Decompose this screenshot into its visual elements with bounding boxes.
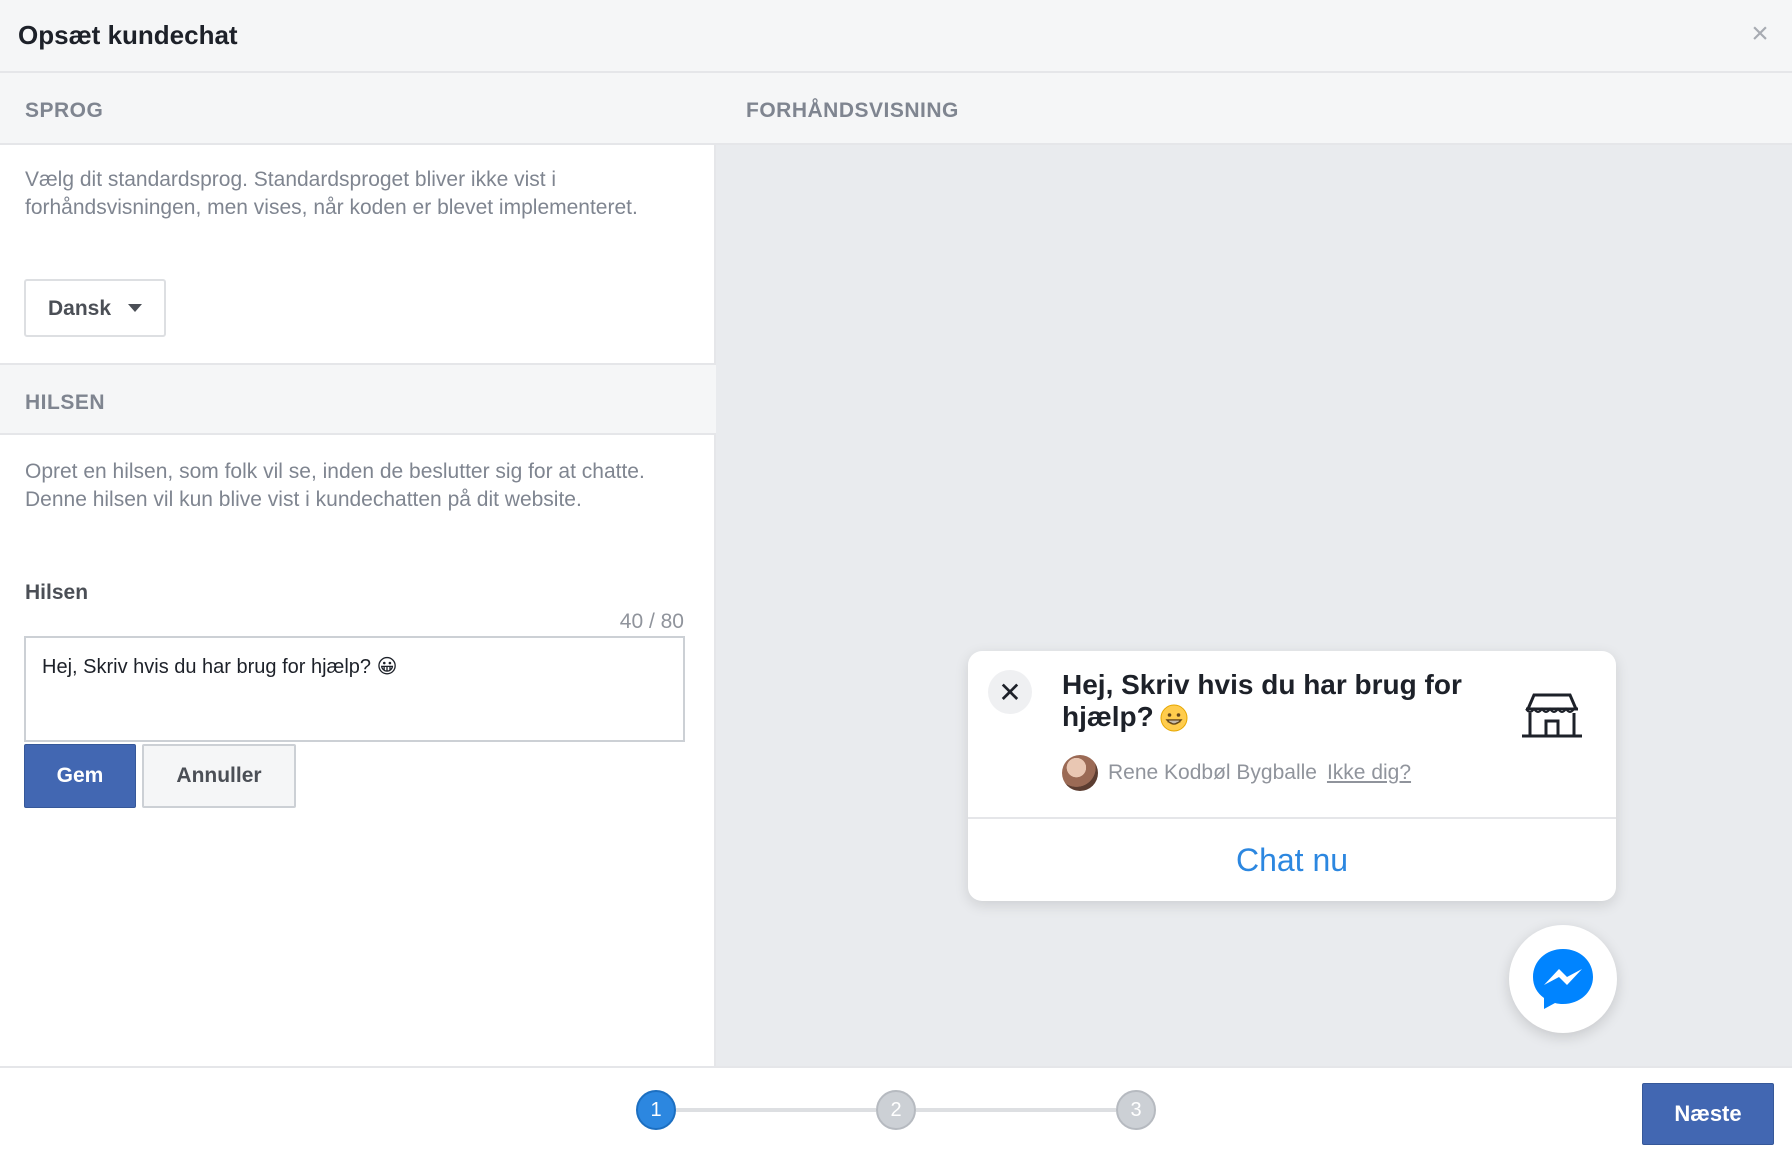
dialog-title: Opsæt kundechat bbox=[18, 20, 238, 50]
step-3[interactable]: 3 bbox=[1116, 1090, 1156, 1130]
grinning-emoji-icon bbox=[1160, 704, 1188, 732]
step-connector bbox=[916, 1108, 1116, 1112]
dialog-header: Opsæt kundechat × bbox=[0, 0, 1792, 73]
messenger-launcher-button[interactable] bbox=[1509, 925, 1617, 1033]
greeting-section-header: HILSEN bbox=[0, 363, 716, 435]
step-2[interactable]: 2 bbox=[876, 1090, 916, 1130]
caret-down-icon bbox=[128, 304, 142, 312]
next-button[interactable]: Næste bbox=[1642, 1083, 1774, 1145]
greeting-description: Opret en hilsen, som folk vil se, inden … bbox=[25, 460, 645, 511]
language-description: Vælg dit standardsprog. Standardsproget … bbox=[25, 168, 638, 219]
greeting-field-label: Hilsen bbox=[25, 581, 89, 604]
chat-now-button[interactable]: Chat nu bbox=[968, 819, 1616, 901]
character-counter: 40 / 80 bbox=[619, 610, 684, 633]
step-connector bbox=[676, 1108, 876, 1112]
preview-greeting-label: Hej, Skriv hvis du har brug for hjælp? bbox=[1062, 669, 1462, 732]
greeting-input[interactable] bbox=[24, 636, 685, 742]
step-1[interactable]: 1 bbox=[636, 1090, 676, 1130]
preview-section-title: FORHÅNDSVISNING bbox=[746, 99, 959, 122]
preview-section-header: FORHÅNDSVISNING bbox=[716, 73, 1792, 145]
language-section-title: SPROG bbox=[25, 99, 104, 122]
close-icon[interactable]: × bbox=[1744, 18, 1776, 50]
user-name: Rene Kodbøl Bygballe bbox=[1108, 761, 1317, 784]
preview-greeting-text: Hej, Skriv hvis du har brug for hjælp? bbox=[1062, 669, 1492, 733]
wizard-footer: 1 2 3 Næste bbox=[0, 1066, 1792, 1152]
settings-panel: SPROG Vælg dit standardsprog. Standardsp… bbox=[0, 73, 716, 1066]
user-row: Rene Kodbøl Bygballe Ikke dig? bbox=[1062, 755, 1411, 791]
card-close-icon[interactable]: ✕ bbox=[988, 670, 1032, 714]
messenger-icon bbox=[1533, 949, 1593, 1009]
preview-panel: FORHÅNDSVISNING ✕ Hej, Skriv hvis du har… bbox=[716, 73, 1792, 1066]
save-button[interactable]: Gem bbox=[24, 744, 136, 808]
cancel-button[interactable]: Annuller bbox=[142, 744, 296, 808]
language-dropdown[interactable]: Dansk bbox=[24, 279, 166, 337]
greeting-section-title: HILSEN bbox=[25, 391, 106, 414]
language-selected-value: Dansk bbox=[48, 297, 112, 320]
store-icon bbox=[1522, 693, 1582, 738]
avatar bbox=[1062, 755, 1098, 791]
not-you-link[interactable]: Ikke dig? bbox=[1327, 761, 1411, 785]
chat-greeting-card: ✕ Hej, Skriv hvis du har brug for hjælp?… bbox=[968, 651, 1616, 901]
language-section-header: SPROG bbox=[0, 73, 716, 145]
